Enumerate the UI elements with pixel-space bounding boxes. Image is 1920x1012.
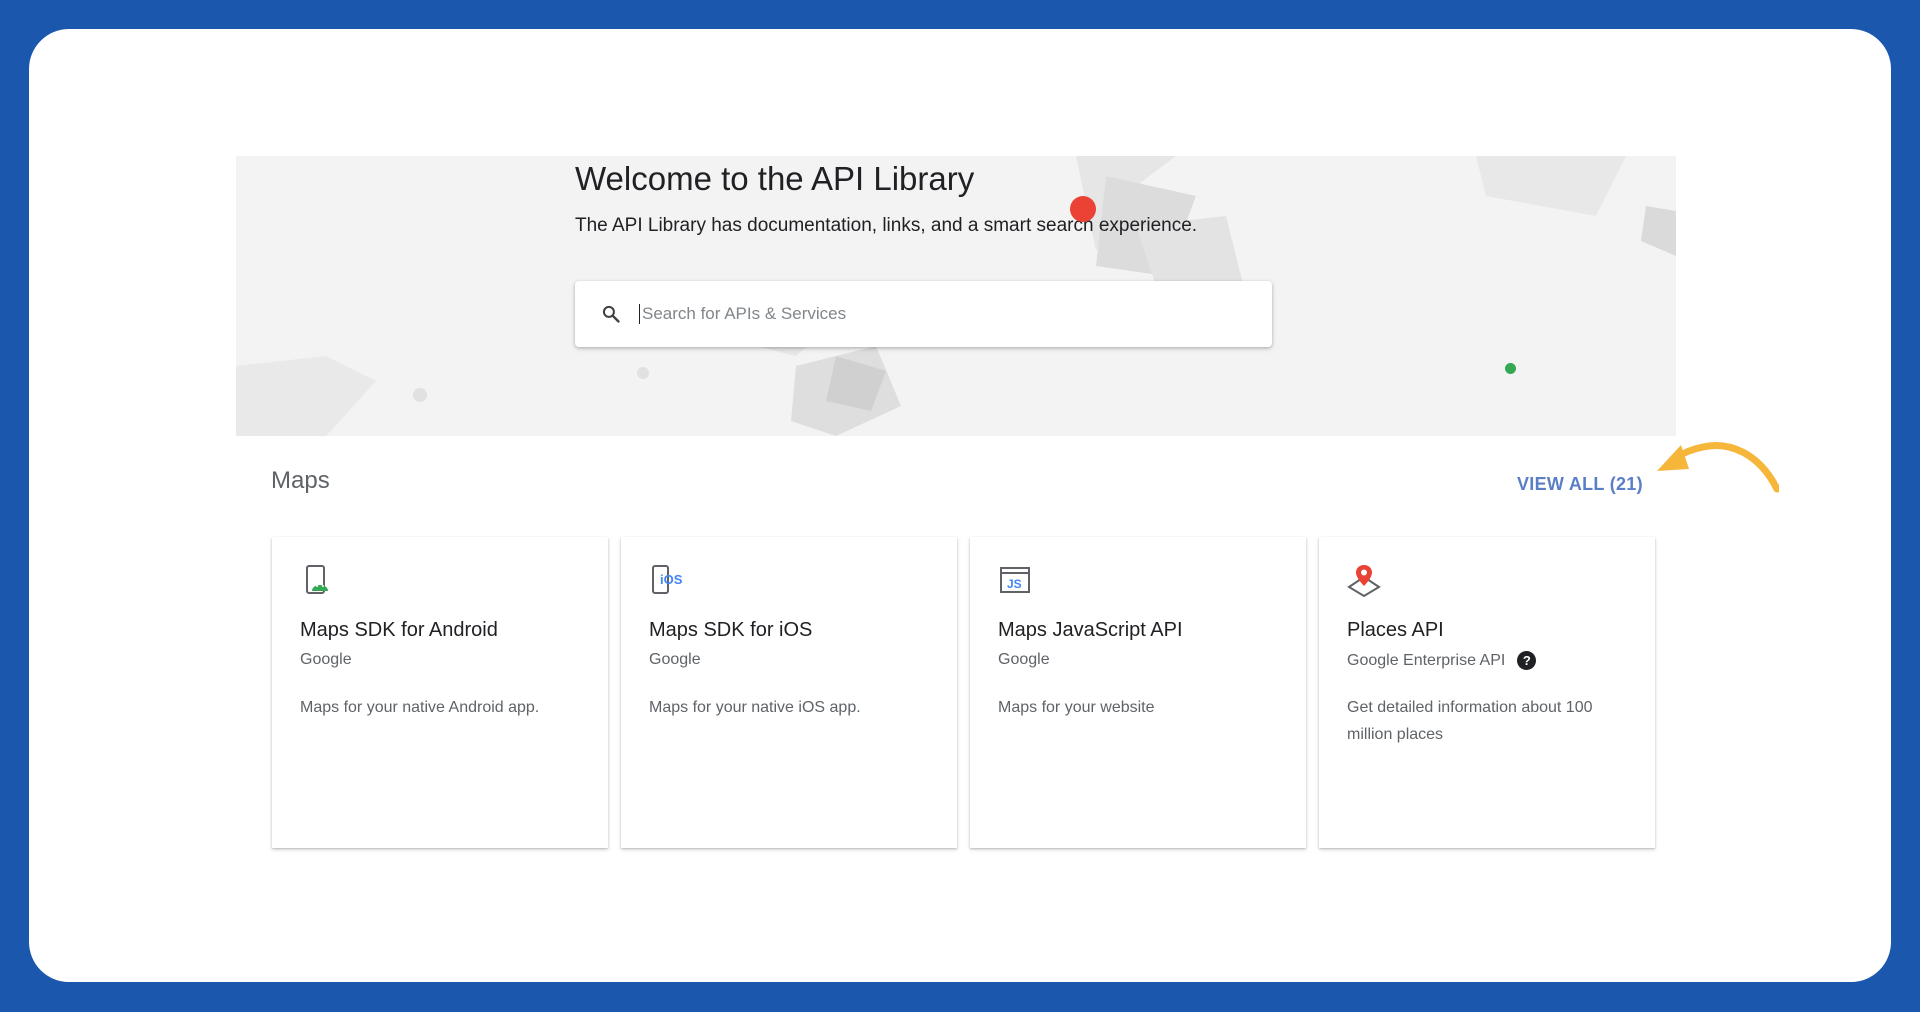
api-card-maps-sdk-android[interactable]: Maps SDK for Android Google Maps for you… [272, 537, 608, 848]
card-description: Maps for your native Android app. [300, 699, 540, 716]
decorative-green-dot [1505, 363, 1516, 374]
hero-banner: Welcome to the API Library The API Libra… [236, 156, 1676, 436]
section-title-maps: Maps [271, 467, 330, 494]
card-description: Get detailed information about 100 milli… [1347, 699, 1593, 743]
card-title: Maps JavaScript API [998, 619, 1183, 641]
card-vendor: Google Enterprise API ? [1347, 651, 1537, 670]
view-all-link[interactable]: VIEW ALL (21) [1517, 474, 1643, 495]
svg-text:iOS: iOS [660, 572, 683, 587]
card-title: Places API [1347, 619, 1444, 641]
card-title: Maps SDK for iOS [649, 619, 813, 641]
api-card-maps-javascript[interactable]: JS Maps JavaScript API Google Maps for y… [970, 537, 1306, 848]
ios-phone-icon: iOS [652, 565, 683, 594]
card-title: Maps SDK for Android [300, 619, 498, 641]
search-input[interactable] [639, 304, 1239, 324]
card-vendor: Google [649, 651, 701, 669]
card-vendor: Google [300, 651, 352, 669]
api-card-places[interactable]: Places API Google Enterprise API ? Get d… [1319, 537, 1655, 848]
svg-text:JS: JS [1007, 577, 1022, 591]
map-pin-icon [1347, 565, 1381, 597]
api-card-list: Maps SDK for Android Google Maps for you… [272, 537, 1655, 848]
card-description: Maps for your website [998, 699, 1155, 716]
card-vendor: Google [998, 651, 1050, 669]
android-phone-icon [306, 565, 328, 594]
api-card-maps-sdk-ios[interactable]: iOS Maps SDK for iOS Google Maps for you… [621, 537, 957, 848]
screenshot-frame: Welcome to the API Library The API Libra… [29, 29, 1891, 982]
page-title: Welcome to the API Library [575, 160, 975, 197]
search-icon [599, 302, 623, 326]
card-vendor-text: Google [998, 651, 1050, 668]
card-vendor-text: Google [300, 651, 352, 668]
decorative-red-dot [1070, 196, 1096, 222]
card-description: Maps for your native iOS app. [649, 699, 861, 716]
page-subtitle: The API Library has documentation, links… [575, 215, 1198, 236]
card-vendor-text: Google [649, 651, 701, 668]
annotation-arrow-icon [1657, 442, 1779, 493]
javascript-icon: JS [1000, 567, 1030, 593]
search-bar[interactable] [575, 281, 1272, 347]
help-icon[interactable]: ? [1517, 651, 1537, 670]
card-vendor-text: Google Enterprise API [1347, 651, 1506, 669]
